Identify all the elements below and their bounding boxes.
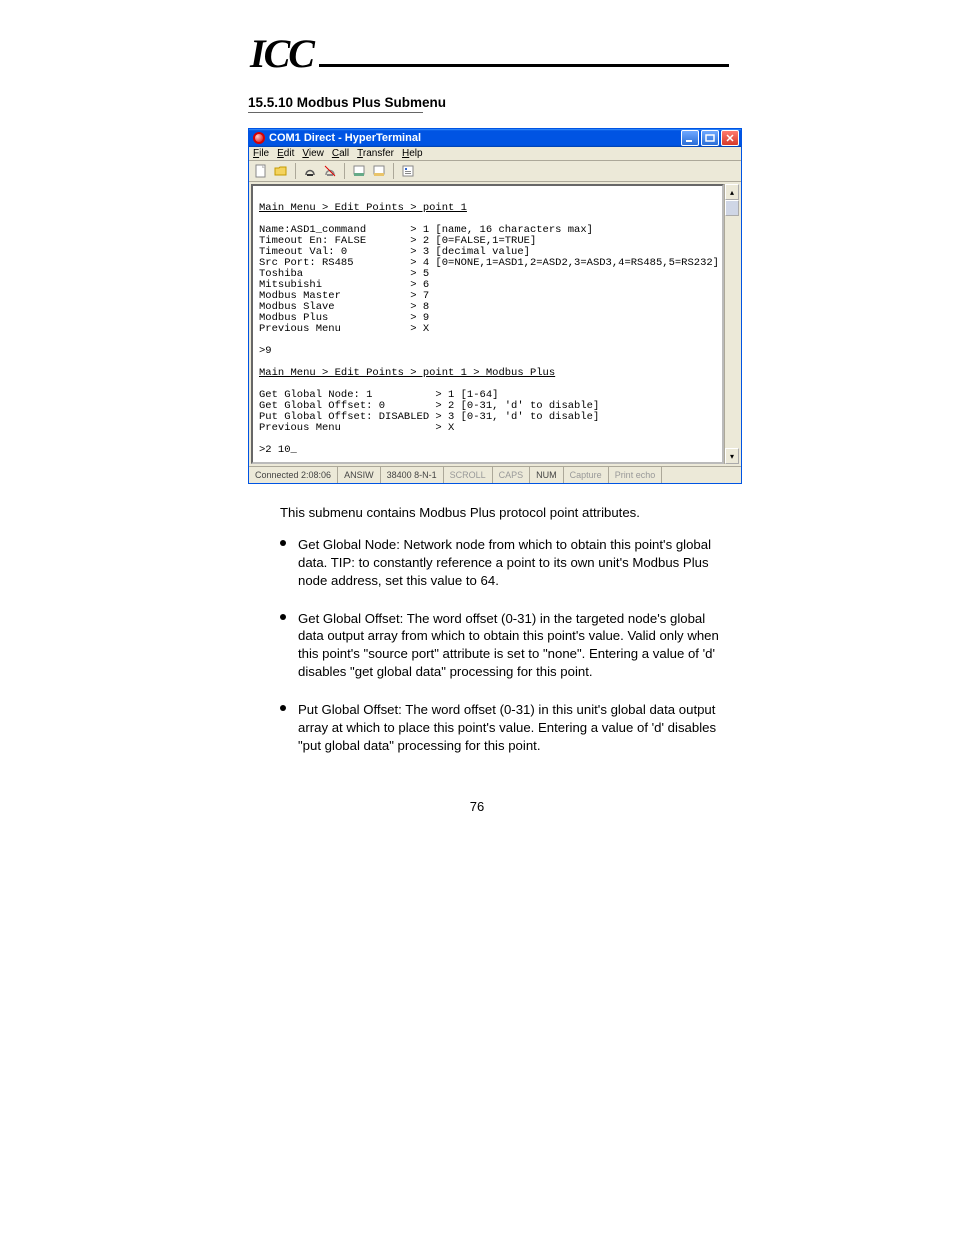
header-rule [319,64,729,67]
breadcrumb-2: Main Menu > Edit Points > point 1 > Modb… [259,367,555,379]
menu-transfer[interactable]: Transfer [357,148,394,159]
status-baud: 38400 8-N-1 [381,467,444,483]
connect-icon[interactable] [302,163,318,179]
status-capture: Capture [564,467,609,483]
terminal-output: Main Menu > Edit Points > point 1 Name:A… [251,184,724,464]
section-underline [248,112,423,113]
bullet-1: Get Global Node: Network node from which… [280,536,734,589]
titlebar: COM1 Direct - HyperTerminal [249,129,741,147]
breadcrumb-1: Main Menu > Edit Points > point 1 [259,202,467,214]
scroll-track[interactable] [725,200,739,448]
scroll-down-button[interactable]: ▾ [725,448,739,464]
scroll-up-button[interactable]: ▴ [725,184,739,200]
status-emulation: ANSIW [338,467,381,483]
status-scroll: SCROLL [444,467,493,483]
disconnect-icon[interactable] [322,163,338,179]
toolbar [249,161,741,182]
term-line: >2 10_ [259,444,297,456]
new-icon[interactable] [253,163,269,179]
scrollbar[interactable]: ▴ ▾ [724,184,739,464]
status-printecho: Print echo [609,467,663,483]
term-line: Previous Menu > X [259,422,454,434]
window-title: COM1 Direct - HyperTerminal [269,132,681,144]
app-icon [253,132,265,144]
bullet-3: Put Global Offset: The word offset (0-31… [280,701,734,754]
section-title: 15.5.10 Modbus Plus Submenu [248,95,954,110]
term-line: >9 [259,345,272,357]
status-connected: Connected 2:08:06 [249,467,338,483]
properties-icon[interactable] [400,163,416,179]
statusbar: Connected 2:08:06 ANSIW 38400 8-N-1 SCRO… [249,466,741,483]
status-num: NUM [530,467,564,483]
intro-paragraph: This submenu contains Modbus Plus protoc… [280,504,734,522]
menu-call[interactable]: Call [332,148,349,159]
menu-help[interactable]: Help [402,148,423,159]
menu-view[interactable]: View [302,148,324,159]
maximize-button[interactable] [701,130,719,146]
send-icon[interactable] [351,163,367,179]
logo: ICC [250,30,313,77]
scroll-thumb[interactable] [725,200,739,216]
page-number: 76 [0,799,954,814]
minimize-button[interactable] [681,130,699,146]
menu-edit[interactable]: Edit [277,148,294,159]
bullet-2: Get Global Offset: The word offset (0-31… [280,610,734,681]
hyperterminal-window: COM1 Direct - HyperTerminal File Edit [248,128,742,484]
close-button[interactable] [721,130,739,146]
receive-icon[interactable] [371,163,387,179]
open-icon[interactable] [273,163,289,179]
term-line: Previous Menu > X [259,323,429,335]
status-caps: CAPS [493,467,531,483]
menu-file[interactable]: File [253,148,269,159]
menubar: File Edit View Call Transfer Help [249,147,741,161]
